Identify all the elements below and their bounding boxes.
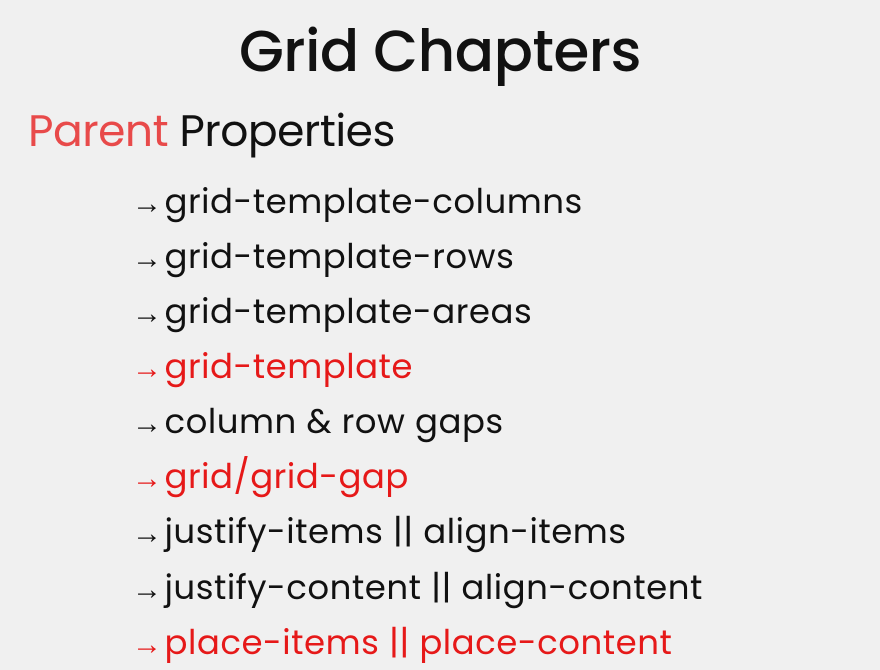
list-item: →column & row gaps [132,394,880,449]
list-item: →grid-template-rows [132,229,880,284]
list-item: →grid/grid-gap [132,449,880,504]
item-text: grid-template [165,339,414,394]
list-item: →grid-template [132,339,880,394]
item-text: grid-template-columns [165,174,583,229]
list-item: →grid-template-columns [132,174,880,229]
arrow-icon: → [132,344,163,393]
item-text: grid-template-areas [165,284,533,339]
arrow-icon: → [132,289,163,338]
item-text: grid/grid-gap [165,449,409,504]
list-item: →justify-content || align-content [132,560,880,615]
item-text: justify-items || align-items [165,504,627,559]
list-item: →place-items || place-content [132,615,880,670]
section-subtitle: Parent Properties [0,95,880,164]
arrow-icon: → [132,565,163,614]
arrow-icon: → [132,454,163,503]
arrow-icon: → [132,620,163,669]
item-text: column & row gaps [165,394,504,449]
list-item: →justify-items || align-items [132,504,880,559]
subtitle-rest: Properties [168,101,395,162]
list-item: →grid-template-areas [132,284,880,339]
item-text: justify-content || align-content [165,560,703,615]
subtitle-highlight: Parent [28,101,168,162]
properties-list: →grid-template-columns →grid-template-ro… [0,164,880,670]
arrow-icon: → [132,234,163,283]
arrow-icon: → [132,179,163,228]
arrow-icon: → [132,509,163,558]
arrow-icon: → [132,399,163,448]
item-text: grid-template-rows [165,229,515,284]
item-text: place-items || place-content [165,615,673,670]
page-title: Grid Chapters [0,0,880,95]
